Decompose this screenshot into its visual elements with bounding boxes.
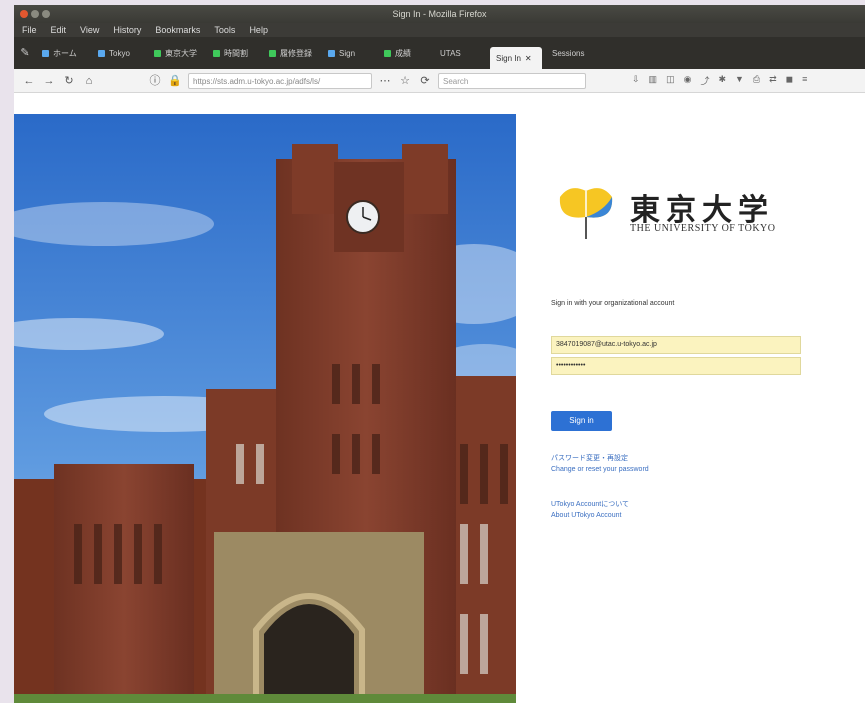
tab-utokyo[interactable]: 東京大学: [148, 44, 203, 62]
screenshot-icon[interactable]: ⎙: [753, 74, 760, 87]
ginkgo-leaf-icon: [559, 188, 613, 239]
addon-icon[interactable]: ✱: [718, 74, 726, 87]
logo-subtitle: THE UNIVERSITY OF TOKYO: [630, 223, 776, 234]
tab-home[interactable]: ホーム: [36, 44, 88, 62]
share-icon[interactable]: ⤴: [700, 74, 709, 87]
tab-sign-in-active[interactable]: Sign In ✕: [490, 47, 542, 69]
menu-tools[interactable]: Tools: [214, 25, 235, 35]
tab-bar: ✎ ホーム Tokyo 東京大学 時間割 履修登録 Sign 成績 UTAS S…: [14, 37, 865, 69]
tab-close-icon[interactable]: ✕: [525, 54, 532, 63]
library-icon[interactable]: ▥: [649, 74, 658, 87]
menu-file[interactable]: File: [22, 25, 37, 35]
favicon-icon: [384, 49, 391, 57]
sidebar-icon[interactable]: ◫: [666, 74, 675, 87]
tab-utas[interactable]: UTAS: [434, 44, 486, 62]
sign-in-button[interactable]: Sign in: [551, 411, 612, 431]
university-logo: 東京大学 THE UNIVERSITY OF TOKYO: [556, 181, 786, 243]
favicon-icon: [98, 49, 105, 57]
title-bar: Sign In - Mozilla Firefox: [14, 5, 865, 23]
favicon-icon: [42, 49, 49, 57]
tab-grades[interactable]: 成績: [378, 44, 430, 62]
menu-edit[interactable]: Edit: [51, 25, 67, 35]
browser-window: Sign In - Mozilla Firefox File Edit View…: [14, 5, 865, 703]
tab-sign[interactable]: Sign: [322, 44, 374, 62]
search-input[interactable]: Search: [438, 72, 586, 89]
favicon-icon: [328, 49, 335, 57]
info-icon[interactable]: ⓘ: [148, 74, 162, 88]
reload-icon[interactable]: ↻: [62, 74, 76, 88]
pocket-icon[interactable]: ▼: [735, 74, 744, 87]
lock-icon: 🔒: [168, 74, 182, 87]
change-password-link-ja[interactable]: パスワード変更・再設定: [551, 453, 628, 463]
toolbar-icons: ⇩ ▥ ◫ ◉ ⤴ ✱ ▼ ⎙ ⇄ ◼ ≡: [632, 74, 807, 87]
page-actions-icon[interactable]: ⋯: [378, 74, 392, 88]
hamburger-menu-icon[interactable]: ≡: [802, 74, 807, 87]
page-content: 東京大学 THE UNIVERSITY OF TOKYO Sign in wit…: [14, 93, 865, 703]
about-account-link-ja[interactable]: UTokyo Accountについて: [551, 499, 629, 509]
password-field[interactable]: ••••••••••••: [551, 357, 801, 375]
download-icon[interactable]: ⇩: [632, 74, 640, 87]
window-title: Sign In - Mozilla Firefox: [392, 9, 487, 19]
menu-view[interactable]: View: [80, 25, 99, 35]
sync-icon[interactable]: ⇄: [769, 74, 777, 87]
menu-history[interactable]: History: [113, 25, 141, 35]
tab-sessions[interactable]: Sessions: [546, 44, 598, 62]
menu-bookmarks[interactable]: Bookmarks: [155, 25, 200, 35]
extension-icon[interactable]: ◉: [684, 74, 692, 87]
favicon-icon: [154, 49, 161, 57]
favicon-icon: [213, 49, 220, 57]
forward-arrow-icon[interactable]: →: [42, 74, 56, 88]
account-icon[interactable]: ◼: [786, 74, 793, 87]
login-panel: 東京大学 THE UNIVERSITY OF TOKYO Sign in wit…: [516, 93, 865, 703]
yasuda-auditorium-photo: [14, 114, 516, 703]
navigation-bar: ← → ↻ ⌂ ⓘ 🔒 https://sts.adm.u-tokyo.ac.j…: [14, 69, 865, 93]
home-icon[interactable]: ⌂: [82, 74, 96, 88]
tab-registration[interactable]: 履修登録: [263, 44, 318, 62]
about-account-link[interactable]: About UTokyo Account: [551, 512, 621, 519]
menu-bar: File Edit View History Bookmarks Tools H…: [14, 23, 865, 37]
sign-in-prompt: Sign in with your organizational account: [551, 300, 675, 307]
back-arrow-icon[interactable]: ←: [22, 74, 36, 88]
tab-tokyo[interactable]: Tokyo: [92, 44, 144, 62]
favicon-icon: [269, 49, 276, 57]
url-bar[interactable]: https://sts.adm.u-tokyo.ac.jp/adfs/ls/: [188, 72, 372, 89]
change-password-link[interactable]: Change or reset your password: [551, 466, 649, 473]
refresh-icon[interactable]: ⟳: [418, 74, 432, 88]
tab-timetable[interactable]: 時間割: [207, 44, 259, 62]
username-field[interactable]: 3847019087@utac.u-tokyo.ac.jp: [551, 336, 801, 354]
menu-help[interactable]: Help: [249, 25, 268, 35]
pin-icon[interactable]: ✎: [18, 46, 32, 60]
bookmark-star-icon[interactable]: ☆: [398, 74, 412, 88]
